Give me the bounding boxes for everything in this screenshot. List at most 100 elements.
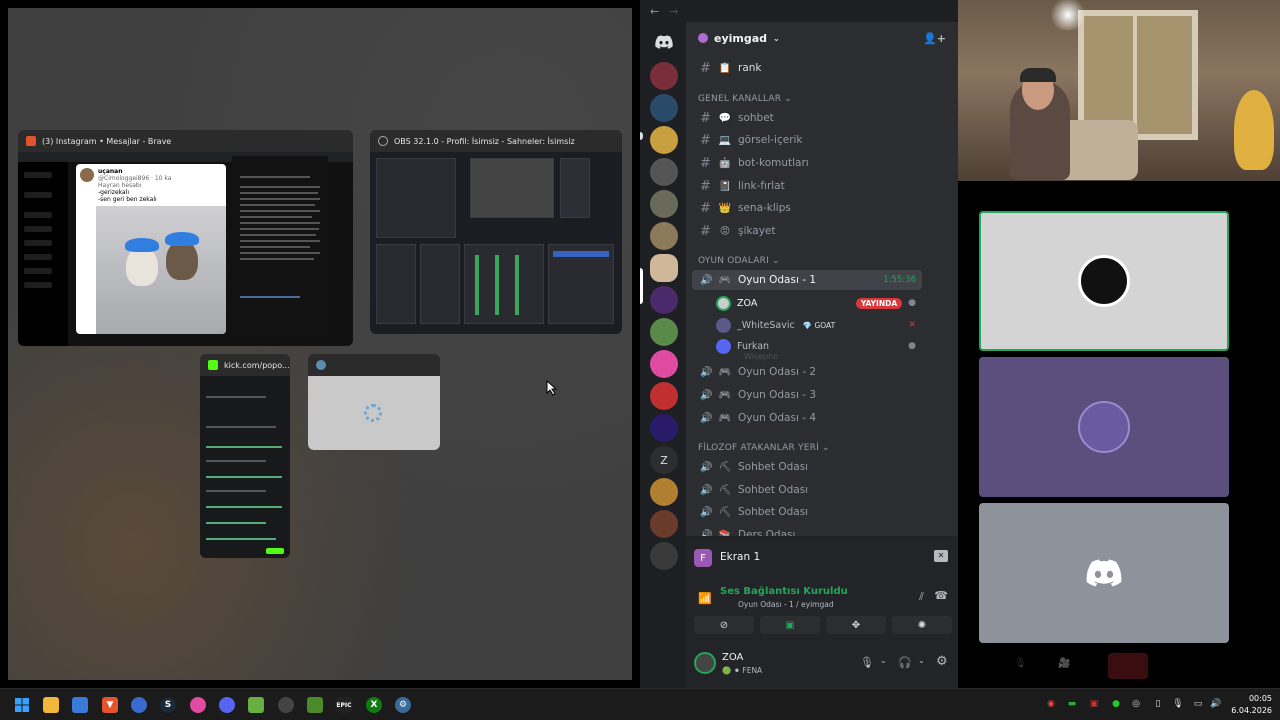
post-line: Hayran hesabı xyxy=(98,182,142,189)
network-icon[interactable]: ▭ xyxy=(1192,698,1204,710)
server-icon[interactable] xyxy=(650,542,678,570)
window-obs[interactable]: OBS 32.1.0 - Profil: İsimsiz - Sahneler:… xyxy=(370,130,622,334)
clock[interactable]: 00:05 6.04.2026 xyxy=(1231,693,1272,717)
voice-user[interactable]: ZOA YAYINDA ● xyxy=(716,293,916,313)
gear-icon[interactable]: ⚙ xyxy=(936,654,948,669)
steam-icon[interactable]: S xyxy=(160,697,176,713)
voice-channel[interactable]: 🔊 🎮 Oyun Odası - 2 xyxy=(692,362,922,382)
text-channel[interactable]: # 👑 sena-klips xyxy=(692,198,922,218)
headphones-icon[interactable]: 🎧 xyxy=(898,656,912,669)
server-icon[interactable] xyxy=(650,94,678,122)
server-letter-icon[interactable]: Z xyxy=(650,446,678,474)
voice-channel[interactable]: 🔊 ⛏ Sohbet Odası xyxy=(692,502,922,522)
window-instagram[interactable]: (3) Instagram • Mesajlar - Brave uçanan … xyxy=(18,130,353,346)
window-blank[interactable] xyxy=(308,354,440,450)
activities-button[interactable]: ✥ xyxy=(826,616,886,634)
chevron-down-icon[interactable]: ⌄ xyxy=(880,656,887,665)
app-pink-icon[interactable] xyxy=(190,697,206,713)
file-explorer-icon[interactable] xyxy=(43,697,59,713)
server-icon[interactable] xyxy=(650,158,678,186)
category-games[interactable]: OYUN ODALARI ⌄ xyxy=(698,256,780,266)
server-icon[interactable] xyxy=(650,222,678,250)
participant-tile[interactable] xyxy=(979,357,1229,497)
microphone-icon[interactable]: 🎙 xyxy=(1014,658,1027,669)
volume-icon[interactable]: 🔊 xyxy=(1210,698,1222,710)
instagram-chat-panel xyxy=(232,156,328,342)
tray-icon[interactable]: ● xyxy=(1110,698,1122,710)
server-icon[interactable] xyxy=(650,382,678,410)
server-icon[interactable] xyxy=(650,286,678,314)
camera-off-button[interactable]: ⊘ xyxy=(694,616,754,634)
microphone-icon[interactable]: 🎙 xyxy=(1172,698,1184,710)
cats-image xyxy=(96,206,226,334)
participant-tile[interactable] xyxy=(979,503,1229,643)
microphone-icon[interactable]: 🎙 xyxy=(860,656,874,669)
camera-icon[interactable]: 🎥 xyxy=(1058,658,1070,669)
windows-start-icon[interactable] xyxy=(14,697,30,713)
server-avatar xyxy=(698,33,708,43)
disconnect-icon[interactable]: ☎ xyxy=(934,589,948,602)
epic-games-icon[interactable]: EPIC xyxy=(336,697,352,713)
window-kick[interactable]: kick.com/popo... xyxy=(200,354,290,558)
category-general[interactable]: GENEL KANALLAR ⌄ xyxy=(698,94,792,104)
mouse-cursor-icon xyxy=(546,380,558,396)
text-channel[interactable]: # 🤖 bot-komutları xyxy=(692,153,922,173)
server-icon[interactable] xyxy=(650,62,678,90)
voice-channel[interactable]: 🔊 🎮 Oyun Odası - 3 xyxy=(692,385,922,405)
window-title: OBS 32.1.0 - Profil: İsimsiz - Sahneler:… xyxy=(394,136,575,146)
participant-tile-zoa[interactable] xyxy=(979,211,1229,351)
text-channel[interactable]: # 📓 link-fırlat xyxy=(692,176,922,196)
instagram-sidebar xyxy=(18,162,68,346)
server-icon[interactable] xyxy=(650,318,678,346)
server-icon[interactable] xyxy=(650,414,678,442)
discord-home-icon[interactable] xyxy=(650,28,678,56)
text-channel[interactable]: # 💬 sohbet xyxy=(692,108,922,128)
kick-icon xyxy=(208,360,218,370)
brave-icon xyxy=(26,136,36,146)
noise-suppression-icon[interactable]: ⫽ xyxy=(919,590,924,604)
category-philosopher[interactable]: FİLOZOF ATAKANLAR YERİ ⌄ xyxy=(698,443,830,453)
server-icon[interactable] xyxy=(650,478,678,506)
minecraft-icon[interactable] xyxy=(307,697,323,713)
discord-icon[interactable] xyxy=(219,697,235,713)
app-green-icon[interactable] xyxy=(248,697,264,713)
server-icon[interactable] xyxy=(650,190,678,218)
screen-share-button[interactable]: ▣ xyxy=(760,616,820,634)
avatar[interactable] xyxy=(694,652,716,674)
voice-channel[interactable]: 🔊 ⛏ Sohbet Odası xyxy=(692,480,922,500)
forward-arrow-icon[interactable]: → xyxy=(669,5,678,18)
voice-channel-selected[interactable]: 🔊 🎮 Oyun Odası - 1 1:55:36 xyxy=(692,270,922,290)
clock-app-icon[interactable] xyxy=(278,697,294,713)
server-icon[interactable] xyxy=(650,126,678,154)
leave-call-button[interactable] xyxy=(1108,653,1148,679)
gear-app-icon[interactable]: ⚙ xyxy=(395,697,411,713)
text-channel[interactable]: # 😡 şikayet xyxy=(692,221,922,241)
chevron-down-icon[interactable]: ⌄ xyxy=(918,656,925,665)
server-header[interactable]: eyimgad ⌄ 👤+ xyxy=(686,22,958,54)
battery-icon[interactable]: ▯ xyxy=(1152,698,1164,710)
server-icon[interactable] xyxy=(650,350,678,378)
back-arrow-icon[interactable]: ← xyxy=(650,5,659,18)
tray-icon[interactable]: ◉ xyxy=(1045,698,1057,710)
tray-icon[interactable]: ▣ xyxy=(1088,698,1100,710)
add-member-icon[interactable]: 👤+ xyxy=(923,32,946,45)
soundboard-button[interactable]: ✺ xyxy=(892,616,952,634)
deafened-icon: ✕ xyxy=(908,320,916,330)
server-icon[interactable] xyxy=(650,510,678,538)
server-icon-eyimgad[interactable] xyxy=(650,254,678,282)
tray-icon[interactable]: ◎ xyxy=(1130,698,1142,710)
voice-user[interactable]: _WhiteSavic 💎 GOAT ✕ xyxy=(716,315,916,335)
voice-channel[interactable]: 🔊 🎮 Oyun Odası - 4 xyxy=(692,408,922,428)
hash-icon: # xyxy=(700,132,711,148)
hash-icon: # xyxy=(700,110,711,126)
xbox-icon[interactable]: X xyxy=(366,697,382,713)
stop-stream-icon[interactable]: ✕ xyxy=(934,550,948,562)
app-blue-icon[interactable] xyxy=(72,697,88,713)
tray-icon[interactable]: ▬ xyxy=(1066,698,1078,710)
status-icon: ● xyxy=(908,341,916,351)
text-channel[interactable]: # 💻 görsel-içerik xyxy=(692,130,922,150)
voice-channel[interactable]: 🔊 ⛏ Sohbet Odası xyxy=(692,457,922,477)
channel-rank[interactable]: # 📋 rank xyxy=(692,58,922,78)
brave-icon[interactable]: ▼ xyxy=(102,697,118,713)
app-sphere-icon[interactable] xyxy=(131,697,147,713)
